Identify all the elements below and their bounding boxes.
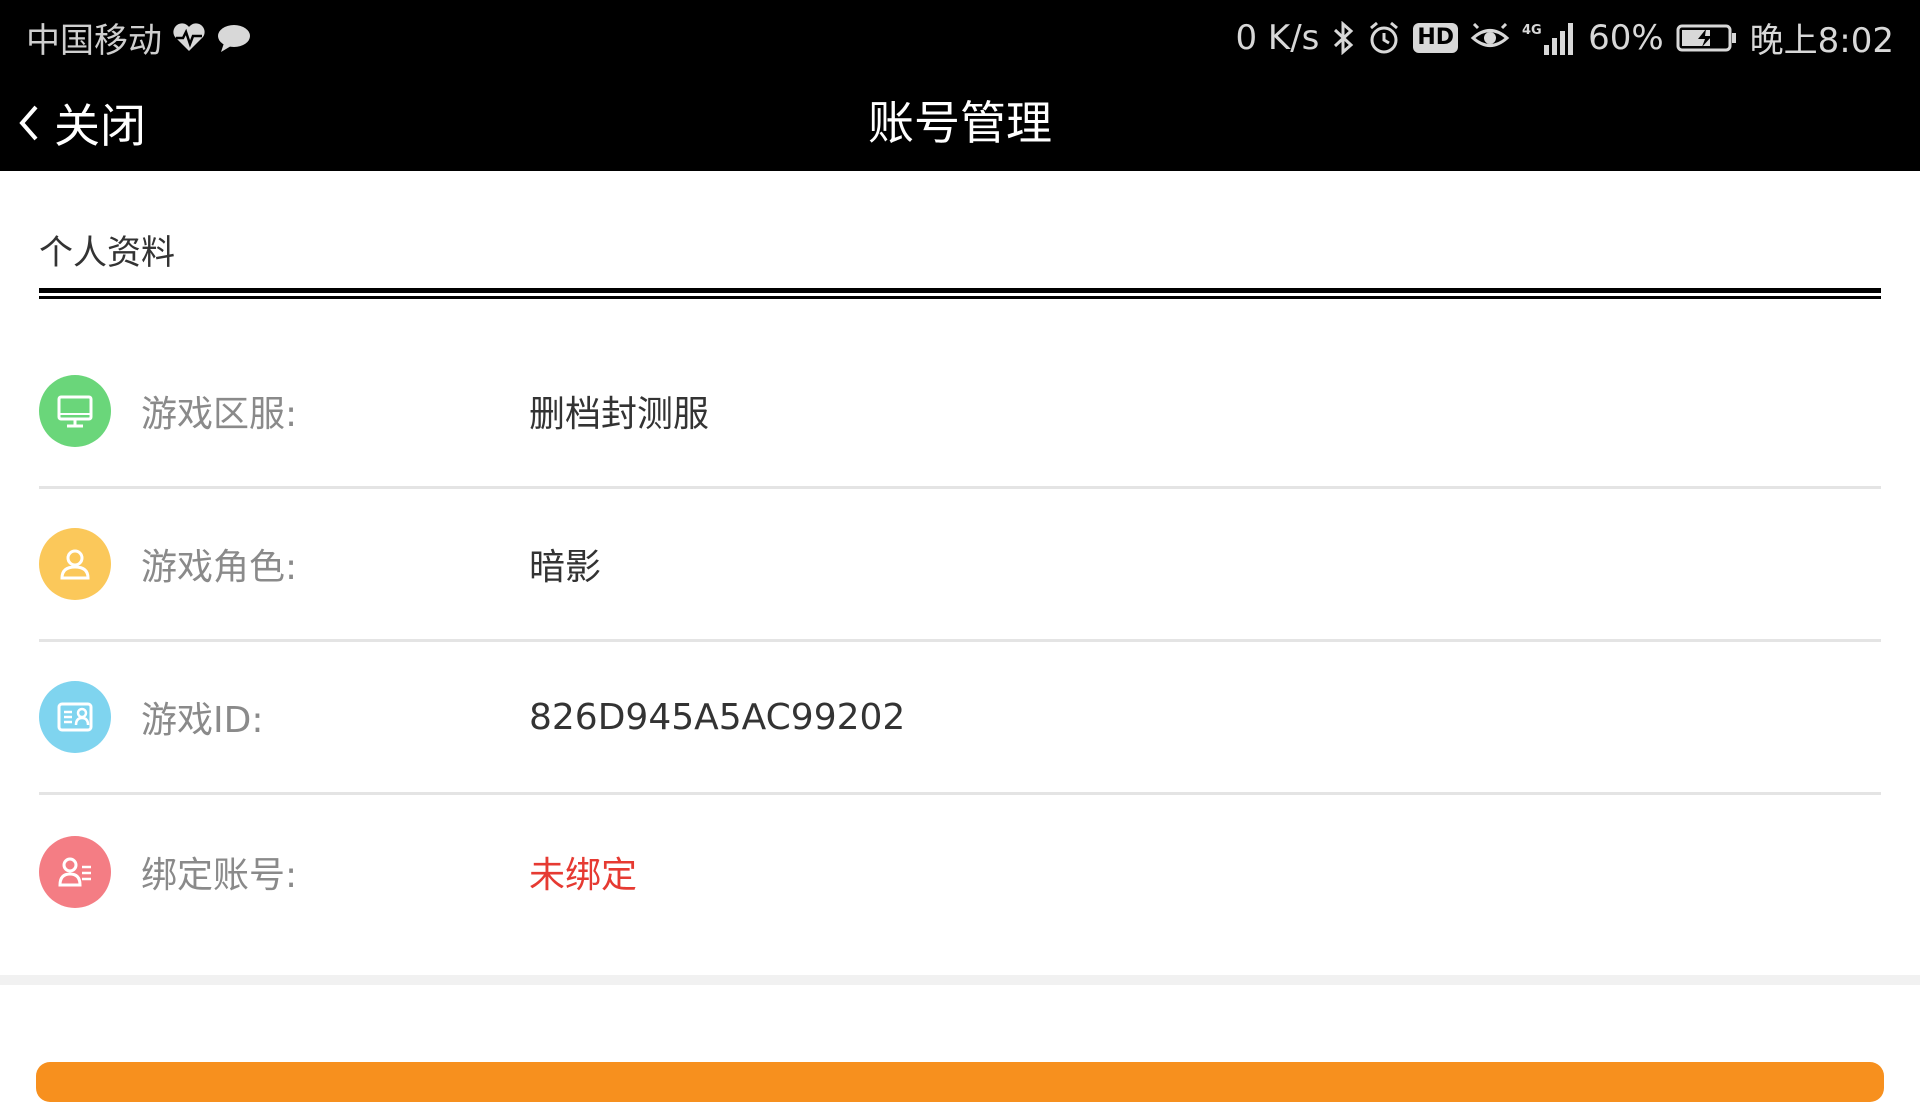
status-bar: 中国移动 0 K/s HD 4G 60% 晚上8:02: [0, 0, 1920, 75]
primary-action-button[interactable]: [36, 1062, 1884, 1102]
close-button[interactable]: 关闭: [14, 75, 146, 171]
network-type: 4G: [1522, 23, 1542, 38]
info-row-role: 游戏角色: 暗影: [39, 489, 1881, 642]
status-left: 中国移动: [26, 13, 262, 62]
battery-percent: 60%: [1588, 17, 1664, 58]
net-speed: 0 K/s: [1235, 17, 1320, 58]
row-value: 暗影: [529, 547, 602, 588]
bluetooth-icon: [1331, 20, 1355, 55]
row-value: 删档封测服: [529, 394, 710, 435]
user-icon: [39, 528, 111, 600]
chevron-left-icon: [19, 105, 38, 141]
signal-icon: 4G: [1522, 21, 1576, 55]
heart-rate-icon: [172, 22, 206, 53]
hd-badge: HD: [1413, 22, 1459, 53]
id-card-icon: [39, 681, 111, 753]
close-button-label: 关闭: [54, 99, 146, 153]
section-separator: [0, 975, 1920, 985]
bind-status-value[interactable]: 未绑定: [529, 846, 637, 898]
bind-account-icon: [39, 835, 111, 908]
section-divider: [39, 288, 1881, 299]
page-title: 账号管理: [868, 96, 1052, 150]
chat-bubble-icon: [216, 23, 252, 53]
battery-charging-icon: [1676, 23, 1738, 53]
row-label: 绑定账号:: [141, 854, 298, 896]
info-row-server: 游戏区服: 删档封测服: [39, 336, 1881, 489]
alarm-icon: [1367, 21, 1401, 55]
title-bar: 账号管理 关闭: [0, 75, 1920, 171]
row-label: 游戏角色:: [141, 547, 298, 588]
eye-icon: [1470, 22, 1510, 53]
section-header: 个人资料: [39, 233, 175, 273]
monitor-icon: [39, 375, 111, 447]
clock-time: 晚上8:02: [1749, 21, 1894, 61]
info-row-game-id: 游戏ID: 826D945A5AC99202: [39, 642, 1881, 795]
status-right: 0 K/s HD 4G 60% 晚上8:02: [1223, 13, 1894, 62]
info-row-bind-account[interactable]: 绑定账号: 未绑定: [39, 795, 1881, 948]
carrier-name: 中国移动: [26, 21, 162, 61]
row-label: 游戏ID:: [141, 700, 264, 741]
row-value: 826D945A5AC99202: [529, 696, 906, 738]
row-label: 游戏区服:: [141, 394, 298, 435]
